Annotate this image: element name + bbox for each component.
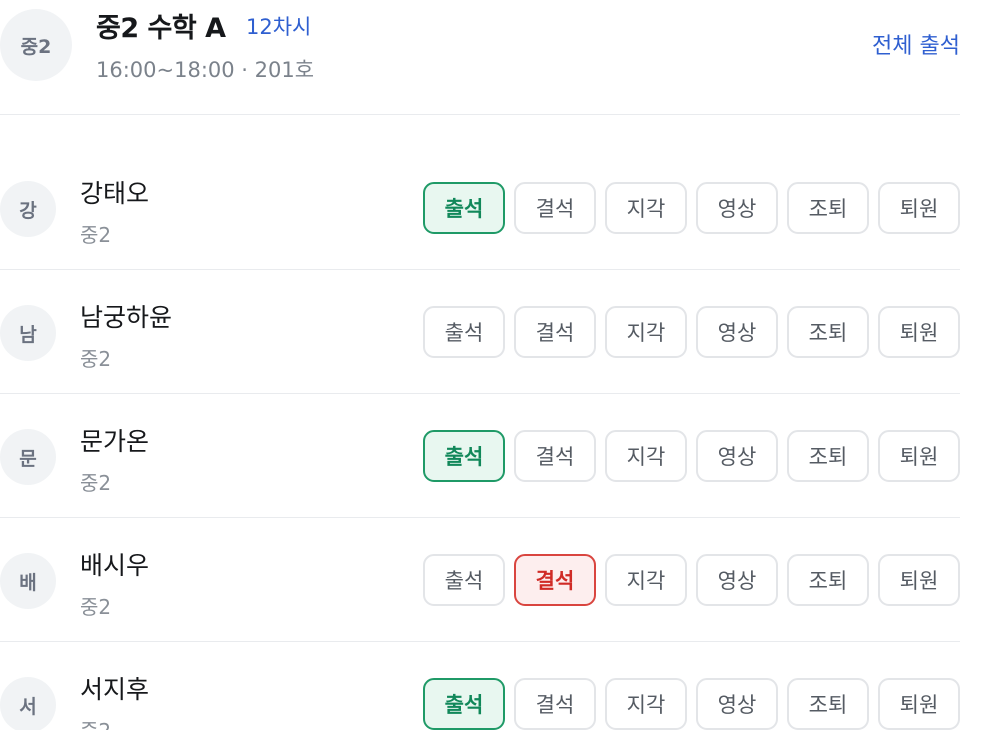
student-grade: 중2 — [80, 595, 112, 619]
student-grade: 중2 — [80, 471, 112, 495]
status-early-leave-button[interactable]: 조퇴 — [787, 182, 869, 234]
student-grade: 중2 — [80, 347, 112, 371]
attendance-status-group: 출석 결석 지각 영상 조퇴 퇴원 — [423, 306, 960, 358]
status-present-button[interactable]: 출석 — [423, 430, 505, 482]
student-grade: 중2 — [80, 223, 112, 247]
status-video-button[interactable]: 영상 — [696, 182, 778, 234]
student-row: 남 남궁하윤중2 출석 결석 지각 영상 조퇴 퇴원 — [0, 270, 960, 394]
student-name: 강태오 — [80, 179, 150, 208]
status-present-button[interactable]: 출석 — [423, 554, 505, 606]
status-present-button[interactable]: 출석 — [423, 678, 505, 730]
status-early-leave-button[interactable]: 조퇴 — [787, 678, 869, 730]
status-absent-button[interactable]: 결석 — [514, 430, 596, 482]
attendance-status-group: 출석 결석 지각 영상 조퇴 퇴원 — [423, 554, 960, 606]
student-name: 문가온 — [80, 427, 150, 456]
class-session-badge: 12차시 — [246, 15, 312, 39]
status-early-leave-button[interactable]: 조퇴 — [787, 554, 869, 606]
student-list: 강 강태오 중2 출석 결석 지각 영상 조퇴 퇴원 남 남궁하윤 중2 출석 결석 지각 영상 조퇴 퇴원 문 문가… — [0, 115, 960, 730]
status-withdrawn-button[interactable]: 퇴원 — [878, 554, 960, 606]
student-name: 배시우 — [80, 551, 150, 580]
student-grade: 중2 — [80, 715, 111, 730]
student-row: 강 강태오중2 출석 결석 지각 영상 조퇴 퇴원 — [0, 115, 960, 270]
attendance-status-group: 출석 결석 지각 영상 조퇴 퇴원 — [423, 182, 960, 234]
student-name: 서지후 — [80, 675, 150, 704]
status-absent-button[interactable]: 결석 — [514, 306, 596, 358]
attendance-status-group: 출석 결석 지각 영상 조퇴 퇴원 — [423, 678, 960, 730]
status-withdrawn-button[interactable]: 퇴원 — [878, 678, 960, 730]
status-late-button[interactable]: 지각 — [605, 554, 687, 606]
student-row: 서 서지후중2 출석결석지각영상조퇴퇴원 — [0, 642, 960, 730]
status-video-button[interactable]: 영상 — [696, 678, 778, 730]
class-avatar: 중2 — [0, 9, 72, 81]
status-absent-button[interactable]: 결석 — [514, 182, 596, 234]
status-late-button[interactable]: 지각 — [605, 430, 687, 482]
status-present-button[interactable]: 출석 — [423, 306, 505, 358]
student-avatar: 강 — [0, 181, 56, 237]
class-title: 중2 수학 A — [96, 13, 226, 44]
student-row-content: 서 서지후중2 출석결석지각영상조퇴퇴원 — [0, 642, 960, 730]
class-header: 중2 중2 수학 A 12차시 16:00~18:00 · 201호 전체 출석 — [0, 0, 960, 115]
attendance-status-group: 출석 결석 지각 영상 조퇴 퇴원 — [423, 430, 960, 482]
status-early-leave-button[interactable]: 조퇴 — [787, 430, 869, 482]
student-row: 배 배시우중2 출석 결석 지각 영상 조퇴 퇴원 — [0, 518, 960, 642]
status-absent-button[interactable]: 결석 — [514, 678, 596, 730]
student-name: 남궁하윤 — [80, 303, 173, 332]
student-row-content: 배 배시우중2 출석 결석 지각 영상 조퇴 퇴원 — [0, 518, 960, 642]
student-avatar: 남 — [0, 305, 56, 361]
status-late-button[interactable]: 지각 — [605, 306, 687, 358]
status-video-button[interactable]: 영상 — [696, 554, 778, 606]
status-withdrawn-button[interactable]: 퇴원 — [878, 306, 960, 358]
student-row-content: 강 강태오중2 출석 결석 지각 영상 조퇴 퇴원 — [0, 146, 960, 270]
attendance-page: 중2 중2 수학 A 12차시 16:00~18:00 · 201호 전체 출석… — [0, 0, 1000, 730]
attend-all-button[interactable]: 전체 출석 — [872, 28, 960, 60]
status-video-button[interactable]: 영상 — [696, 306, 778, 358]
status-withdrawn-button[interactable]: 퇴원 — [878, 182, 960, 234]
student-row: 문 문가온중2 출석 결석 지각 영상 조퇴 퇴원 — [0, 394, 960, 518]
status-withdrawn-button[interactable]: 퇴원 — [878, 430, 960, 482]
status-late-button[interactable]: 지각 — [605, 678, 687, 730]
status-late-button[interactable]: 지각 — [605, 182, 687, 234]
status-present-button[interactable]: 출석 — [423, 182, 505, 234]
status-video-button[interactable]: 영상 — [696, 430, 778, 482]
student-avatar: 서 — [0, 677, 56, 730]
status-absent-button[interactable]: 결석 — [514, 554, 596, 606]
status-early-leave-button[interactable]: 조퇴 — [787, 306, 869, 358]
student-avatar: 배 — [0, 553, 56, 609]
class-schedule-room: 16:00~18:00 · 201호 — [96, 58, 315, 82]
student-row-content: 문 문가온중2 출석 결석 지각 영상 조퇴 퇴원 — [0, 394, 960, 518]
student-row-content: 남 남궁하윤중2 출석 결석 지각 영상 조퇴 퇴원 — [0, 270, 960, 394]
student-avatar: 문 — [0, 429, 56, 485]
